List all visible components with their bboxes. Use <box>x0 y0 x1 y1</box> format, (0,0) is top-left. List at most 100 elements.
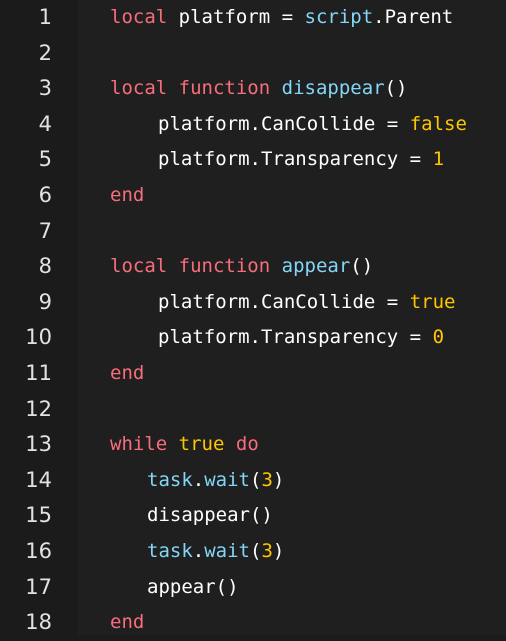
code-token-num: 0 <box>432 326 445 349</box>
code-token-kw: function <box>178 77 271 100</box>
code-token-fn: wait <box>204 540 250 562</box>
code-token-id: ( <box>249 540 262 562</box>
code-text[interactable]: platform.Transparency = 1 <box>158 142 444 178</box>
code-token-fn: task <box>147 540 193 562</box>
code-line[interactable]: 12 <box>0 392 506 428</box>
code-token-id <box>167 433 178 455</box>
code-token-op: = <box>409 326 422 349</box>
code-line[interactable]: 17 appear() <box>0 570 506 606</box>
code-text[interactable]: task.wait(3) <box>147 463 284 499</box>
code-line[interactable]: 11 end <box>0 356 506 392</box>
code-token-id <box>421 148 432 170</box>
code-line[interactable]: 6 end <box>0 178 506 214</box>
code-text[interactable]: disappear() <box>147 498 273 534</box>
code-token-id <box>224 433 235 455</box>
code-line[interactable]: 16 task.wait(3) <box>0 534 506 570</box>
code-token-kw: local <box>110 255 168 278</box>
code-token-fn: script <box>304 6 374 28</box>
line-number: 9 <box>38 289 52 314</box>
line-number: 7 <box>38 218 52 243</box>
code-token-id <box>398 113 409 135</box>
line-number: 6 <box>38 183 52 207</box>
code-text[interactable]: local function appear() <box>110 249 373 285</box>
code-text[interactable]: platform.CanCollide = true <box>158 285 455 321</box>
code-token-fn: task <box>147 468 193 491</box>
code-text[interactable]: end <box>110 356 144 392</box>
code-token-id: ( <box>249 468 262 491</box>
code-text[interactable]: local platform = script.Parent <box>110 0 453 36</box>
code-token-num: 3 <box>261 468 273 491</box>
code-token-id <box>167 255 178 277</box>
line-number: 16 <box>25 539 52 563</box>
code-token-id <box>398 291 409 313</box>
code-token-fn: appear <box>281 255 351 278</box>
code-token-id: () <box>350 255 374 278</box>
code-line[interactable]: 10 platform.Transparency = 0 <box>0 320 506 356</box>
code-token-id: platform.CanCollide <box>158 112 387 135</box>
code-token-id <box>293 6 304 28</box>
code-line[interactable]: 14 task.wait(3) <box>0 463 506 499</box>
code-token-id: appear() <box>147 575 239 598</box>
line-number: 10 <box>25 325 52 350</box>
code-text[interactable]: appear() <box>147 570 239 606</box>
code-token-kw: local <box>110 6 168 28</box>
code-line[interactable]: 7 <box>0 214 506 250</box>
code-token-num: 3 <box>261 540 273 562</box>
code-text[interactable]: end <box>110 605 144 641</box>
line-number: 1 <box>38 5 52 29</box>
line-number: 18 <box>25 610 52 635</box>
code-line[interactable]: 15 disappear() <box>0 498 506 534</box>
line-number: 5 <box>38 147 52 172</box>
code-token-id: platform.Transparency <box>158 326 410 349</box>
code-line[interactable]: 1 local platform = script.Parent <box>0 0 506 36</box>
code-line[interactable]: 18 end <box>0 605 506 641</box>
code-token-id: ) <box>272 540 285 562</box>
code-line[interactable]: 9 platform.CanCollide = true <box>0 285 506 321</box>
code-token-id <box>270 77 281 99</box>
code-token-id: disappear() <box>147 504 273 527</box>
code-text[interactable]: local function disappear() <box>110 71 407 107</box>
code-token-bool: true <box>178 433 225 456</box>
code-token-op: = <box>281 6 294 28</box>
code-token-kw: do <box>235 433 259 456</box>
code-token-kw: while <box>110 433 168 456</box>
code-token-id: ) <box>272 468 285 491</box>
line-number: 3 <box>38 76 52 101</box>
code-line[interactable]: 13 while true do <box>0 427 506 463</box>
line-number: 15 <box>25 503 52 528</box>
code-text[interactable]: task.wait(3) <box>147 534 284 570</box>
code-token-id: platform.CanCollide <box>158 290 387 313</box>
code-text[interactable]: platform.CanCollide = false <box>158 107 467 143</box>
code-line[interactable]: 4 platform.CanCollide = false <box>0 107 506 143</box>
code-token-id: platform <box>167 6 282 28</box>
code-token-kw: end <box>110 184 145 206</box>
code-line[interactable]: 5 platform.Transparency = 1 <box>0 142 506 178</box>
line-number: 14 <box>25 467 52 492</box>
line-number: 11 <box>25 361 52 385</box>
code-text[interactable]: end <box>110 178 144 214</box>
code-token-op: = <box>386 290 399 313</box>
line-number: 2 <box>38 40 52 65</box>
code-line[interactable]: 3 local function disappear() <box>0 71 506 107</box>
code-token-id: . <box>192 468 205 491</box>
code-token-id: . <box>192 540 205 562</box>
code-token-id: platform.Transparency <box>158 148 410 171</box>
code-token-op: = <box>386 112 399 135</box>
code-token-id <box>421 326 432 348</box>
code-token-bool: false <box>409 112 467 135</box>
code-line[interactable]: 8 local function appear() <box>0 249 506 285</box>
code-text[interactable]: while true do <box>110 427 259 463</box>
code-editor[interactable]: 1 local platform = script.Parent 2 3 local f… <box>0 0 506 635</box>
code-token-fn: disappear <box>281 77 385 100</box>
code-text[interactable]: platform.Transparency = 0 <box>158 320 444 356</box>
code-token-kw: local <box>110 77 168 100</box>
code-token-kw: end <box>110 611 145 634</box>
code-token-bool: true <box>409 290 456 313</box>
line-number: 4 <box>38 111 52 136</box>
code-token-id: .Parent <box>373 6 454 28</box>
code-token-id <box>270 255 281 277</box>
code-line[interactable]: 2 <box>0 36 506 72</box>
line-number: 17 <box>25 574 52 599</box>
code-token-id: () <box>384 77 408 100</box>
code-token-op: = <box>409 148 422 171</box>
